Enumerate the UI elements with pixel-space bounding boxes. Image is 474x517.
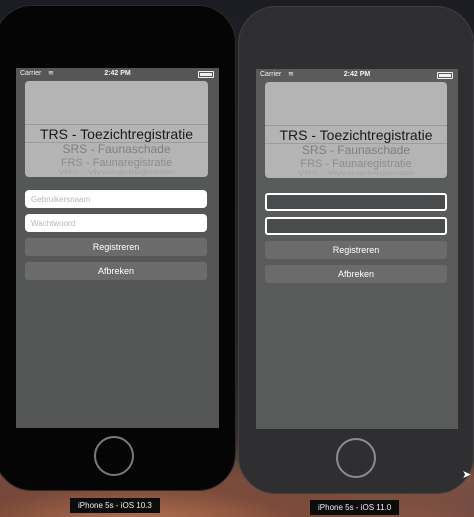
clock-label: 2:42 PM — [104, 70, 131, 77]
mouse-pointer-icon: ➤ — [462, 469, 472, 481]
picker-option-selected[interactable]: TRS - Toezichtregistratie — [25, 126, 208, 142]
battery-icon — [198, 71, 214, 78]
status-bar: Carrier ≋ 2:42 PM — [16, 68, 219, 80]
password-field[interactable] — [265, 217, 447, 235]
picker-option[interactable]: FRS - Faunaregistratie — [25, 157, 208, 169]
picker-option[interactable]: FRS - Faunaregistratie — [265, 158, 447, 170]
system-picker[interactable]: TRS - Toezichtregistratie SRS - Faunasch… — [265, 82, 447, 178]
picker-option[interactable]: SRS - Faunaschade — [265, 143, 447, 157]
battery-icon — [437, 72, 453, 79]
device-label: iPhone 5s - iOS 10.3 — [70, 498, 160, 513]
picker-selection-line-top — [265, 125, 447, 126]
password-field[interactable]: Wachtwoord — [25, 214, 207, 232]
home-button-icon[interactable] — [336, 438, 376, 478]
clock-label: 2:42 PM — [343, 71, 371, 78]
device-label: iPhone 5s - iOS 11.0 — [310, 500, 400, 515]
username-field[interactable]: Gebruikersnaam — [25, 190, 207, 208]
simulator-ios-10-3: Carrier ≋ 2:42 PM TRS - Toezichtregistra… — [0, 5, 236, 491]
cancel-button[interactable]: Afbreken — [265, 265, 447, 283]
status-bar: Carrier ≋ 2:42 PM — [256, 69, 458, 81]
picker-option[interactable]: VRS - Vlyvangstregistratie — [25, 169, 208, 176]
picker-option[interactable]: SRS - Faunaschade — [25, 142, 208, 156]
system-picker[interactable]: TRS - Toezichtregistratie SRS - Faunasch… — [25, 81, 208, 177]
cancel-button[interactable]: Afbreken — [25, 262, 207, 280]
device-screen: Carrier ≋ 2:42 PM TRS - Toezichtregistra… — [16, 68, 219, 428]
register-button[interactable]: Registreren — [265, 241, 447, 259]
simulator-ios-11-0: Carrier ≋ 2:42 PM TRS - Toezichtregistra… — [238, 6, 474, 494]
register-button[interactable]: Registreren — [25, 238, 207, 256]
picker-selection-line-top — [25, 124, 208, 125]
picker-option-selected[interactable]: TRS - Toezichtregistratie — [265, 127, 447, 143]
picker-option[interactable]: VRS - Vlyvangstregistratie — [265, 170, 447, 177]
home-button-icon[interactable] — [94, 436, 134, 476]
username-field[interactable] — [265, 193, 447, 211]
device-screen: Carrier ≋ 2:42 PM TRS - Toezichtregistra… — [256, 69, 458, 429]
